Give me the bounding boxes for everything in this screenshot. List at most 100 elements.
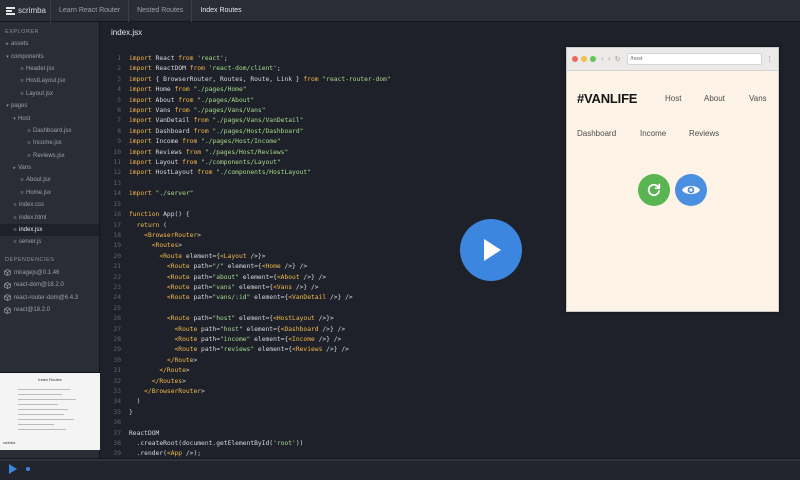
close-dot-icon[interactable] — [572, 56, 578, 62]
nav-link-host[interactable]: Host — [665, 94, 681, 103]
line-number: 33 — [113, 388, 121, 395]
folder-item[interactable]: ▾ pages — [0, 100, 99, 112]
dependency-item[interactable]: miragejs@0.1.46 — [0, 267, 99, 279]
breadcrumb-course[interactable]: Learn React Router — [50, 0, 128, 22]
slide-thumbnail[interactable]: Index Routes scrimba — [0, 372, 100, 450]
file-item[interactable]: ≡ Income.jsx — [0, 137, 99, 149]
file-item[interactable]: ≡ Header.jsx — [0, 63, 99, 75]
forward-arrow-icon[interactable]: › — [608, 55, 611, 63]
scrimba-logo[interactable]: scrimba — [0, 0, 50, 22]
line-text: import VanDetail from "./pages/Vans/VanD… — [129, 117, 304, 125]
file-item[interactable]: ≡ Dashboard.jsx — [0, 125, 99, 137]
code-line: 7 import VanDetail from "./pages/Vans/Van… — [101, 116, 561, 126]
folder-item[interactable]: ▸ assets — [0, 38, 99, 50]
line-text: import ReactDOM from 'react-dom/client'; — [129, 65, 281, 73]
explorer-heading: EXPLORER — [5, 29, 39, 35]
play-button[interactable] — [460, 219, 522, 281]
file-label: components — [11, 53, 44, 60]
host-link-dashboard[interactable]: Dashboard — [577, 129, 616, 138]
line-number: 9 — [117, 138, 121, 146]
file-item[interactable]: ≡ index.html — [0, 211, 99, 223]
file-item[interactable]: ≡ Layout.jsx — [0, 88, 99, 100]
file-label: Income.jsx — [33, 140, 62, 147]
code-line: 30 </Route> — [101, 356, 561, 366]
line-text — [121, 418, 129, 428]
code-line: 26 <Route path="host" element={<HostLayo… — [101, 314, 561, 324]
file-icon: ≡ — [27, 140, 31, 147]
code-line: 35} — [101, 408, 561, 418]
dependency-item[interactable]: react-dom@18.2.0 — [0, 279, 99, 291]
reload-icon[interactable]: ↻ — [615, 55, 621, 63]
folder-item[interactable]: ▾ Host — [0, 112, 99, 124]
file-item[interactable]: ≡ server.js — [0, 236, 99, 248]
file-item[interactable]: ≡ Home.jsx — [0, 187, 99, 199]
thumbnail-brand: scrimba — [3, 441, 16, 445]
editor-filename[interactable]: index.jsx — [111, 28, 142, 37]
dependency-label: react@18.2.0 — [14, 307, 51, 313]
file-item[interactable]: ≡ HostLayout.jsx — [0, 75, 99, 87]
code-line: 32 </Routes> — [101, 377, 561, 387]
line-text: .createRoot(document.getElementById('roo… — [129, 440, 304, 448]
file-label: About.jsx — [26, 177, 51, 184]
chevron-right-icon: ▸ — [6, 41, 9, 48]
host-link-income[interactable]: Income — [640, 129, 666, 138]
code-line: 27 <Route path="host" element={<Dashboar… — [101, 325, 561, 335]
nav-link-about[interactable]: About — [704, 94, 725, 103]
folder-item[interactable]: ▸ Vans — [0, 162, 99, 174]
refresh-icon — [647, 183, 661, 197]
code-line: 12 import HostLayout from "./components/H… — [101, 168, 561, 178]
code-line: 28 <Route path="income" element={<Income… — [101, 335, 561, 345]
maximize-dot-icon[interactable] — [590, 56, 596, 62]
line-text: ) — [129, 398, 141, 406]
file-label: index.jsx — [19, 227, 43, 234]
breadcrumb-section[interactable]: Nested Routes — [128, 0, 191, 22]
line-number: 16 — [113, 211, 121, 219]
line-text: <Route path="/" element={<Home />} /> — [166, 263, 308, 271]
line-text: import HostLayout from "./components/Hos… — [129, 169, 311, 177]
file-icon: ≡ — [27, 152, 31, 159]
file-item[interactable]: ≡ About.jsx — [0, 174, 99, 186]
browser-menu-icon[interactable]: ⋮ — [766, 55, 773, 63]
play-small-icon[interactable] — [9, 464, 17, 474]
progress-track[interactable] — [0, 459, 800, 461]
dependency-item[interactable]: react-router-dom@6.4.3 — [0, 291, 99, 303]
line-text — [121, 179, 129, 189]
dependency-label: react-dom@18.2.0 — [14, 282, 64, 289]
url-bar[interactable]: /host — [626, 53, 762, 65]
line-number: 34 — [113, 398, 121, 406]
thumbnail-title: Index Routes — [38, 377, 62, 382]
file-item[interactable]: ≡ index.css — [0, 199, 99, 211]
file-icon: ≡ — [20, 189, 24, 196]
file-icon: ≡ — [20, 90, 24, 97]
file-label: index.html — [19, 214, 47, 221]
file-icon: ≡ — [13, 202, 17, 209]
nav-link-vans[interactable]: Vans — [749, 94, 767, 103]
line-number: 23 — [113, 283, 121, 291]
code-line: 4 import Home from "./pages/Home" — [101, 85, 561, 95]
line-number: 10 — [113, 148, 121, 156]
scrubber-handle[interactable] — [26, 467, 30, 471]
file-label: index.css — [19, 202, 45, 209]
refresh-preview-button[interactable] — [638, 174, 670, 206]
code-line: 23 <Route path="vans" element={<Vans />}… — [101, 283, 561, 293]
dependency-label: react-router-dom@6.4.3 — [14, 294, 79, 301]
site-logo[interactable]: #VANLIFE — [577, 91, 637, 106]
code-line: 34 ) — [101, 397, 561, 407]
code-line: 6 import Vans from "./pages/Vans/Vans" — [101, 106, 561, 116]
file-icon: ≡ — [20, 65, 24, 72]
line-text — [121, 200, 129, 210]
show-preview-button[interactable] — [675, 174, 707, 206]
line-number: 22 — [113, 273, 121, 281]
file-item[interactable]: ≡ index.jsx — [0, 223, 99, 237]
line-number: 2 — [117, 65, 121, 73]
dependency-item[interactable]: react@18.2.0 — [0, 304, 99, 316]
back-arrow-icon[interactable]: ‹ — [601, 55, 604, 63]
line-number: 21 — [113, 263, 121, 271]
minimize-dot-icon[interactable] — [581, 56, 587, 62]
breadcrumb-lesson[interactable]: Index Routes — [191, 0, 249, 22]
scrimba-logo-icon — [6, 6, 15, 15]
host-link-reviews[interactable]: Reviews — [689, 129, 719, 138]
chevron-right-icon: ▸ — [13, 165, 16, 172]
folder-item[interactable]: ▾ components — [0, 50, 99, 62]
file-item[interactable]: ≡ Reviews.jsx — [0, 150, 99, 162]
